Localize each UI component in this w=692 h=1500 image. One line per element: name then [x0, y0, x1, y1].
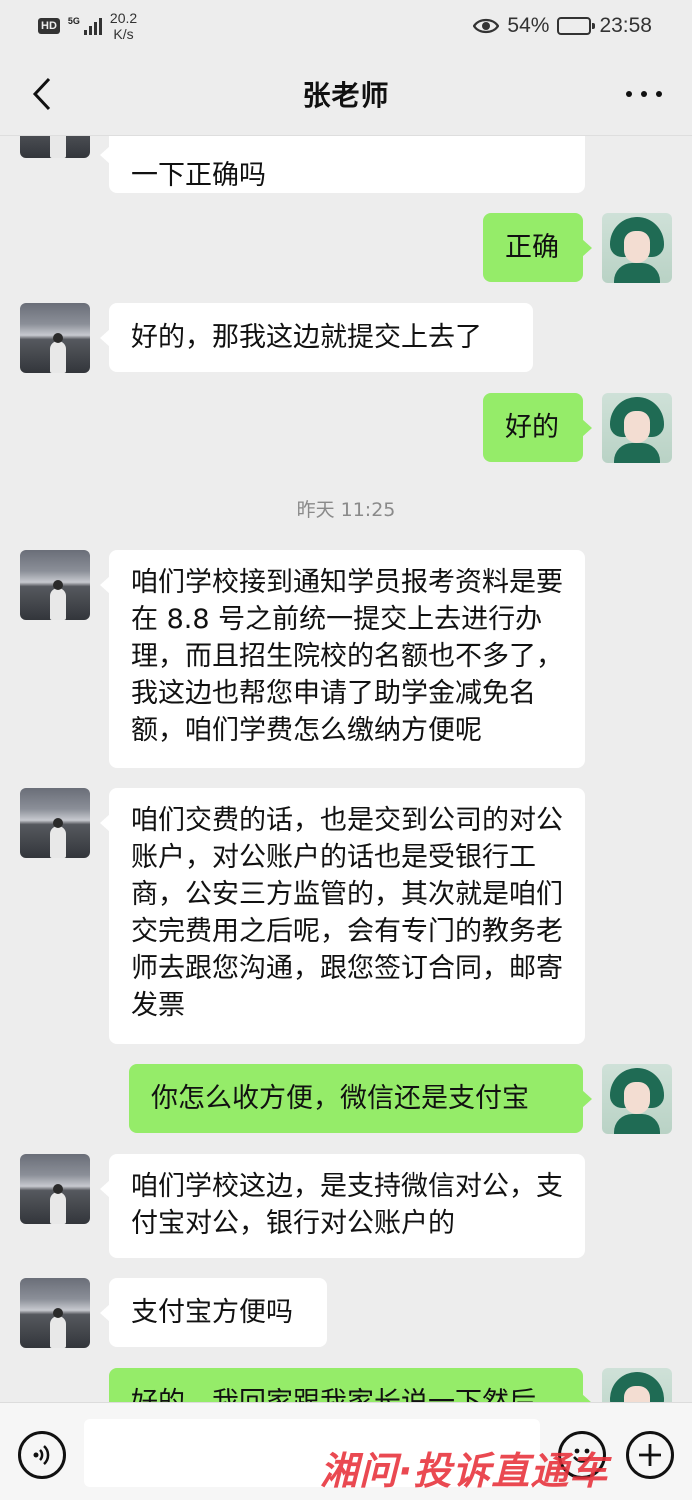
message-text: 好的，那我这边就提交上去了 — [131, 322, 482, 353]
my-avatar[interactable] — [602, 393, 672, 463]
teacher-avatar[interactable] — [20, 788, 90, 858]
signal-icon: 5G — [68, 17, 102, 35]
eye-icon — [473, 18, 500, 34]
back-button[interactable] — [22, 74, 62, 114]
message-list[interactable]: ～～～～～～～～～～ 一下正确吗 正确 好的，那我这边就提交上去了 好的 昨天 … — [0, 136, 692, 1402]
teacher-avatar[interactable] — [20, 303, 90, 373]
battery-icon — [557, 17, 596, 35]
more-icon — [626, 91, 632, 97]
my-avatar[interactable] — [602, 1368, 672, 1402]
message-text: 咱们交费的话，也是交到公司的对公账户，对公账户的话也是受银行工商，公安三方监管的… — [131, 805, 563, 1021]
message-text: 好的 — [505, 412, 559, 443]
net-speed-value: 20.2 — [109, 10, 138, 26]
teacher-avatar[interactable] — [20, 136, 90, 158]
back-icon — [32, 77, 51, 111]
message-bubble[interactable]: ～～～～～～～～～～ 一下正确吗 — [100, 136, 585, 193]
net-speed: 20.2 K/s — [110, 10, 137, 42]
message-bubble[interactable]: 你怎么收方便，微信还是支付宝 — [129, 1064, 592, 1133]
net-speed-unit: K/s — [113, 26, 134, 42]
message-text: 咱们学校这边，是支持微信对公，支付宝对公，银行对公账户的 — [131, 1171, 563, 1239]
my-avatar[interactable] — [602, 213, 672, 283]
status-right: 54% 23:58 — [473, 14, 652, 38]
voice-icon — [33, 1445, 50, 1465]
watermark-logo: 湘问·投诉直通车 — [320, 1449, 609, 1493]
chat-title: 张老师 — [302, 78, 390, 112]
message-text: 正确 — [505, 232, 559, 263]
message-bubble[interactable]: 正确 — [483, 213, 592, 282]
teacher-avatar[interactable] — [20, 1154, 90, 1224]
clock: 23:58 — [599, 14, 652, 37]
message-text: 咱们学校接到通知学员报考资料是要在 8.8 号之前统一提交上去进行办理，而且招生… — [131, 567, 563, 746]
message-bubble[interactable]: 咱们交费的话，也是交到公司的对公账户，对公账户的话也是受银行工商，公安三方监管的… — [100, 788, 585, 1044]
message-bubble[interactable]: 咱们学校这边，是支持微信对公，支付宝对公，银行对公账户的 — [100, 1154, 585, 1258]
voice-button[interactable] — [18, 1431, 66, 1479]
message-bubble[interactable]: 支付宝方便吗 — [100, 1278, 327, 1347]
network-type: 5G — [67, 16, 80, 26]
chat-header: 张老师 — [0, 52, 692, 136]
message-bubble[interactable]: 咱们学校接到通知学员报考资料是要在 8.8 号之前统一提交上去进行办理，而且招生… — [100, 550, 585, 768]
message-timestamp: 昨天 11:25 — [296, 499, 396, 521]
message-bubble[interactable]: 好的，那我这边就提交上去了 — [100, 303, 533, 372]
message-text: 支付宝方便吗 — [131, 1297, 293, 1328]
message-text: 好的，我回家跟我家长说一下然后 — [131, 1384, 561, 1402]
status-left: HD 5G 20.2 K/s — [38, 10, 137, 42]
teacher-avatar[interactable] — [20, 1278, 90, 1348]
status-bar: HD 5G 20.2 K/s 54% 23:58 — [0, 0, 692, 52]
my-avatar[interactable] — [602, 1064, 672, 1134]
message-text: 你怎么收方便，微信还是支付宝 — [151, 1083, 529, 1114]
teacher-avatar[interactable] — [20, 550, 90, 620]
message-bubble[interactable]: 好的，我回家跟我家长说一下然后 — [109, 1368, 592, 1402]
hd-icon: HD — [38, 18, 60, 34]
more-button[interactable] — [626, 78, 662, 110]
message-text: 一下正确吗 — [131, 160, 266, 191]
battery-percent: 54% — [507, 14, 550, 37]
message-bubble[interactable]: 好的 — [483, 393, 592, 462]
